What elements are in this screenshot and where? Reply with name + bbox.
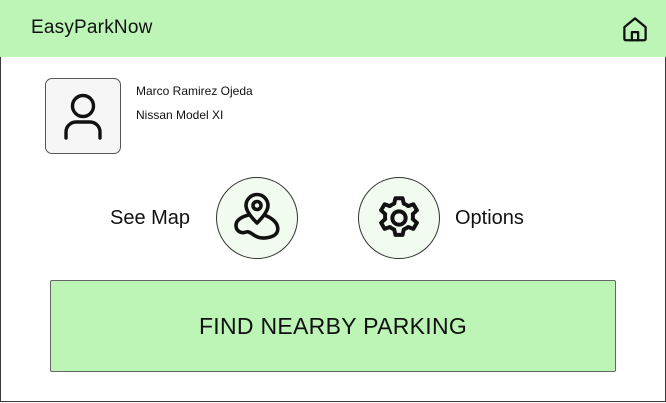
see-map-button[interactable] [216,177,298,259]
see-map-label[interactable]: See Map [110,207,190,230]
gear-icon [379,196,419,237]
top-bar: EasyParkNow [0,0,666,57]
find-nearby-parking-button[interactable]: FIND NEARBY PARKING [50,280,616,372]
avatar [45,78,121,154]
user-name: Marco Ramirez Ojeda [136,84,253,98]
options-label[interactable]: Options [455,207,524,230]
home-icon [623,17,647,42]
user-icon [64,93,102,140]
map-pin-icon [234,192,280,240]
home-button[interactable] [618,12,652,46]
app-title: EasyParkNow [31,17,153,38]
options-button[interactable] [358,177,440,259]
user-vehicle: Nissan Model XI [136,108,224,122]
